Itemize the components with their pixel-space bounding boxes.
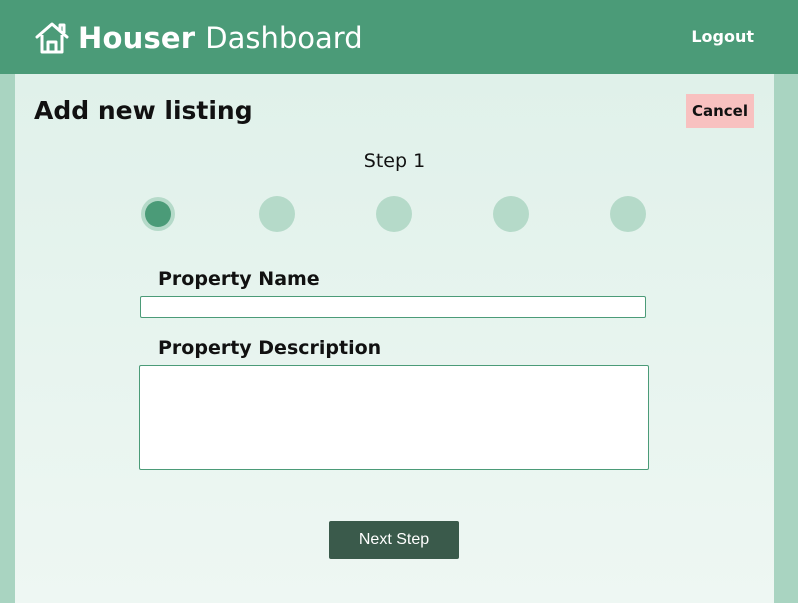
step-dot-3[interactable]	[376, 196, 412, 232]
app-root: Houser Dashboard Logout Add new listing …	[0, 0, 798, 603]
step-label: Step 1	[363, 150, 426, 172]
cancel-button[interactable]: Cancel	[686, 94, 754, 128]
top-header: Houser Dashboard Logout	[0, 0, 798, 74]
brand-subtitle: Dashboard	[205, 21, 363, 55]
page-title: Add new listing	[34, 96, 253, 125]
property-name-label: Property Name	[158, 268, 320, 290]
brand-name: Houser	[78, 21, 196, 55]
property-name-input[interactable]	[140, 296, 646, 318]
step-indicator	[140, 195, 648, 233]
property-description-input[interactable]	[139, 365, 649, 470]
logout-link[interactable]: Logout	[691, 27, 754, 46]
main-panel: Add new listing Cancel Step 1 Property N…	[15, 74, 774, 603]
step-dot-4[interactable]	[493, 196, 529, 232]
next-step-button[interactable]: Next Step	[329, 521, 459, 559]
brand[interactable]: Houser Dashboard	[34, 18, 363, 58]
step-dot-5[interactable]	[610, 196, 646, 232]
property-description-label: Property Description	[158, 337, 382, 359]
step-dot-2[interactable]	[259, 196, 295, 232]
home-icon	[34, 21, 70, 55]
step-dot-1[interactable]	[145, 201, 171, 227]
